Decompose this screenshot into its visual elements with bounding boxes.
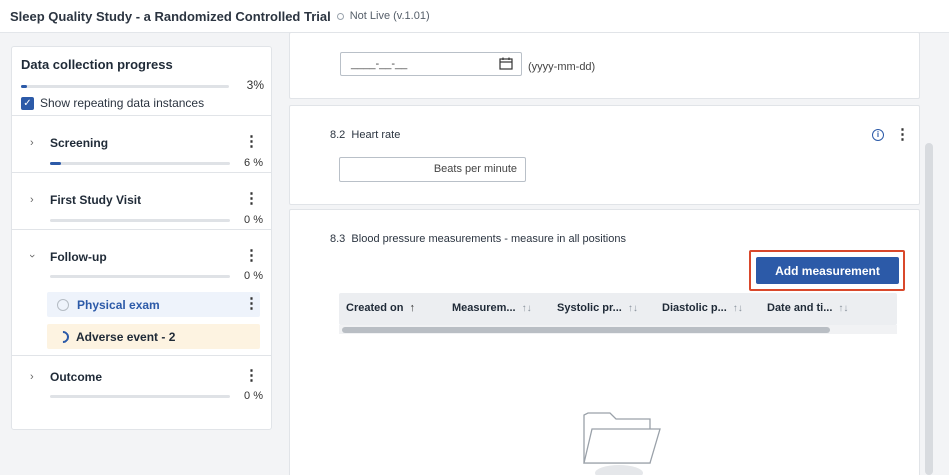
not-started-icon [57,298,69,311]
kebab-menu-icon[interactable]: ⋮ [895,127,910,142]
kebab-menu-icon[interactable]: ⋮ [244,368,259,383]
column-label: Created on [346,302,404,314]
column-label: Date and ti... [767,302,833,314]
date-input[interactable]: ____-__-__ [340,52,522,76]
group-first-study-visit[interactable]: › First Study Visit ⋮ 0 % [12,173,271,230]
kebab-menu-icon[interactable]: ⋮ [244,248,259,263]
progress-title: Data collection progress [21,57,173,72]
group-progress-bar [50,275,230,278]
form-item-adverse-event[interactable]: Adverse event - 2 [47,324,260,349]
sort-icon[interactable]: ↑↓ [628,303,638,314]
question-number: 8.3 [330,233,346,245]
form-item-physical-exam[interactable]: Physical exam ⋮ [47,292,260,317]
sort-ascending-icon[interactable]: ↑ [409,302,415,314]
group-screening[interactable]: › Screening ⋮ 6 % [12,116,271,173]
checkbox-checked-icon[interactable]: ✓ [21,96,34,110]
overall-percent: 3% [246,78,264,92]
date-format-hint: (yyyy-mm-dd) [528,61,596,73]
heart-rate-label: 8.2 Heart rate [330,129,400,141]
sort-icon[interactable]: ↑↓ [733,303,743,314]
chevron-down-icon[interactable]: › [26,254,38,258]
chevron-right-icon[interactable]: › [30,137,34,149]
heart-rate-question-card: 8.2 Heart rate [289,105,920,205]
overall-progress-fill [21,85,28,88]
group-percent: 6 % [244,157,263,169]
form-item-label: Physical exam [77,297,160,312]
column-label: Diastolic p... [662,302,727,314]
page-vertical-scrollbar[interactable] [925,143,933,475]
column-date-time[interactable]: Date and ti... ↑↓ [767,302,848,314]
empty-folder-icon [583,412,661,475]
column-diastolic[interactable]: Diastolic p... ↑↓ [662,302,743,314]
group-percent: 0 % [244,214,263,226]
form-item-label: Adverse event - 2 [76,329,176,344]
progress-header: Data collection progress 3% ✓ Show repea… [12,47,271,116]
heart-rate-input[interactable]: Beats per minute [339,157,526,182]
group-progress-bar [50,395,230,398]
study-status: Not Live (v.1.01) [349,10,430,22]
group-progress-bar [50,219,230,222]
date-value: ____-__-__ [351,58,408,70]
add-measurement-button[interactable]: Add measurement [756,257,899,284]
add-measurement-highlight: Add measurement [749,250,905,291]
group-percent: 0 % [244,270,263,282]
column-created-on[interactable]: Created on ↑ [346,302,415,314]
chevron-right-icon[interactable]: › [30,194,34,206]
question-number: 8.2 [330,129,346,141]
measurements-table-header: Created on ↑ Measurem... ↑↓ Systolic pr...… [339,293,897,325]
column-measurement[interactable]: Measurem... ↑↓ [452,302,532,314]
group-name: Screening [50,136,109,150]
group-percent: 0 % [244,390,263,402]
group-follow-up[interactable]: › Follow-up ⋮ 0 % Physical exam ⋮ Advers… [12,230,271,356]
study-title: Sleep Quality Study - a Randomized Contr… [10,8,331,24]
group-name: First Study Visit [50,193,142,207]
group-outcome[interactable]: › Outcome ⋮ 0 % [12,356,271,411]
table-horizontal-scrollbar[interactable] [339,325,897,334]
group-name: Follow-up [50,250,107,264]
group-progress-bar [50,162,230,165]
kebab-menu-icon[interactable]: ⋮ [244,296,259,311]
live-status-icon [336,12,344,20]
show-repeating-toggle[interactable]: ✓ Show repeating data instances [21,96,204,110]
group-name: Outcome [50,370,103,384]
date-question-card: ____-__-__ (yyyy-mm-dd) [289,32,920,99]
kebab-menu-icon[interactable]: ⋮ [244,134,259,149]
column-label: Measurem... [452,302,516,314]
progress-sidebar: Data collection progress 3% ✓ Show repea… [11,46,272,430]
sort-icon[interactable]: ↑↓ [522,303,532,314]
sort-icon[interactable]: ↑↓ [838,303,848,314]
blood-pressure-label: 8.3 Blood pressure measurements - measur… [330,233,626,245]
info-icon[interactable]: i [872,129,884,141]
scrollbar-thumb[interactable] [342,327,830,333]
question-text: Blood pressure measurements - measure in… [351,233,626,245]
group-progress-fill [50,162,61,165]
column-label: Systolic pr... [557,302,622,314]
overall-progress-bar [21,85,229,88]
form-area: ____-__-__ (yyyy-mm-dd) 8.2 Heart rate B… [289,32,949,475]
kebab-menu-icon[interactable]: ⋮ [244,191,259,206]
calendar-icon[interactable] [499,57,513,70]
top-bar: Sleep Quality Study - a Randomized Contr… [0,0,949,33]
chevron-right-icon[interactable]: › [30,371,34,383]
in-progress-icon [54,328,72,345]
question-text: Heart rate [351,129,401,141]
show-repeating-label: Show repeating data instances [40,96,205,110]
column-systolic[interactable]: Systolic pr... ↑↓ [557,302,638,314]
